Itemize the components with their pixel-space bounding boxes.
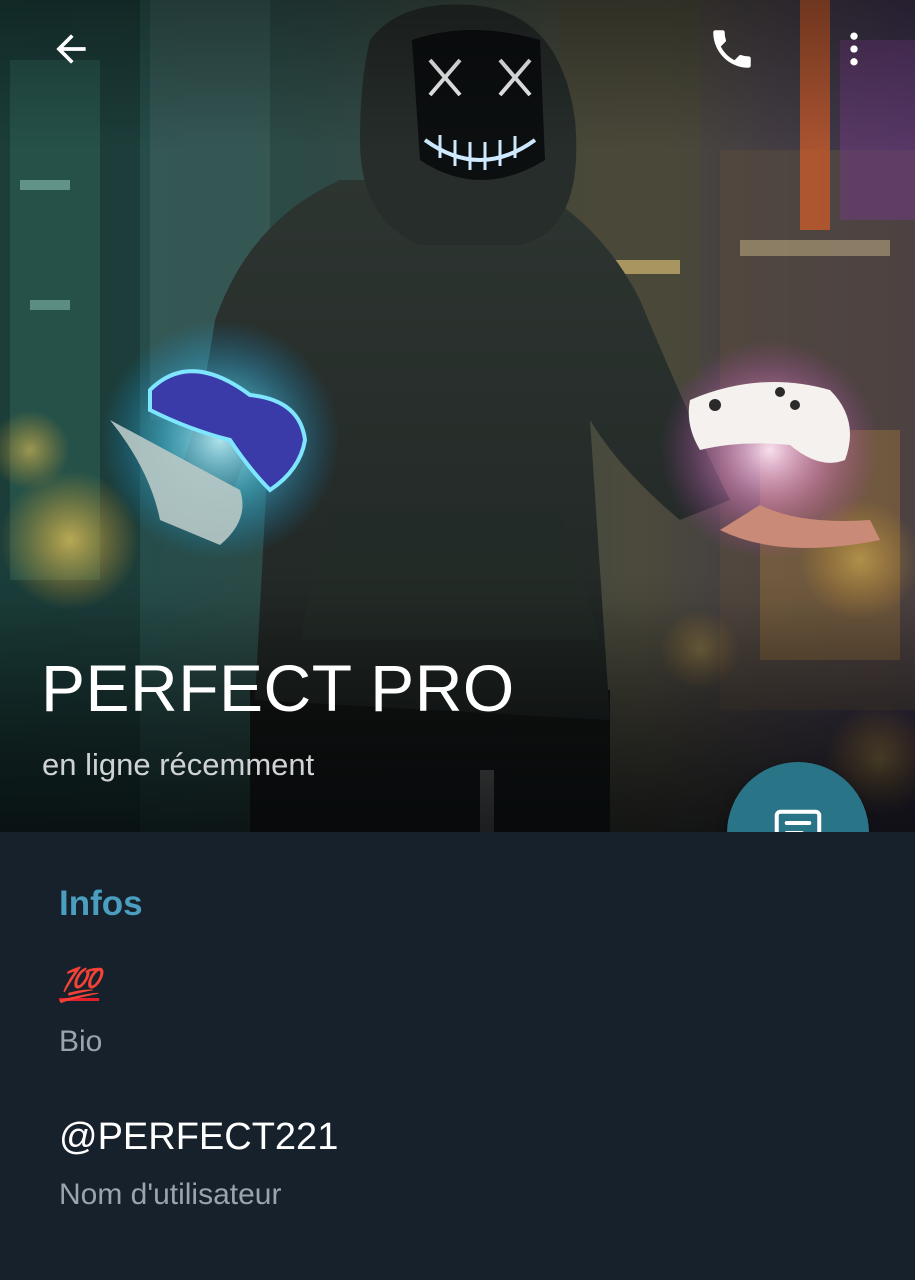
phone-icon bbox=[713, 30, 751, 68]
profile-screen: PERFECT PRO en ligne récemment Infos 💯 B… bbox=[0, 0, 915, 1280]
back-button[interactable] bbox=[35, 13, 107, 85]
info-section-title: Infos bbox=[59, 884, 143, 923]
bio-value[interactable]: 💯 bbox=[59, 960, 100, 1009]
profile-name: PERFECT PRO bbox=[41, 651, 515, 725]
more-options-button[interactable] bbox=[818, 13, 890, 85]
username-label: Nom d'utilisateur bbox=[59, 1178, 282, 1211]
username-value[interactable]: @PERFECT221 bbox=[59, 1116, 338, 1159]
profile-status: en ligne récemment bbox=[42, 747, 315, 782]
hundred-points-emoji: 💯 bbox=[59, 965, 100, 1004]
profile-header: PERFECT PRO en ligne récemment bbox=[0, 0, 915, 832]
info-section: Infos 💯 Bio @PERFECT221 Nom d'utilisateu… bbox=[0, 832, 915, 1280]
more-vertical-icon bbox=[850, 32, 858, 66]
call-button[interactable] bbox=[696, 13, 768, 85]
arrow-left-icon bbox=[56, 34, 86, 64]
bio-label: Bio bbox=[59, 1025, 103, 1058]
